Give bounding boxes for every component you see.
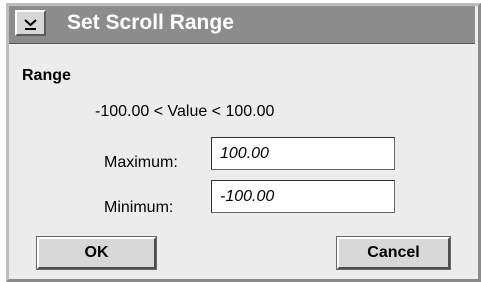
range-description: -100.00 < Value < 100.00 bbox=[95, 103, 275, 120]
minimum-label: Minimum: bbox=[104, 199, 174, 216]
maximum-label: Maximum: bbox=[104, 154, 178, 171]
chevron-down-icon bbox=[24, 19, 37, 30]
title-bar[interactable]: Set Scroll Range bbox=[9, 6, 475, 44]
set-scroll-range-dialog: Set Scroll Range Range -100.00 < Value <… bbox=[6, 3, 481, 282]
window-menu-button[interactable] bbox=[15, 10, 46, 36]
dialog-title: Set Scroll Range bbox=[67, 11, 234, 34]
ok-button[interactable]: OK bbox=[37, 237, 156, 269]
cancel-button[interactable]: Cancel bbox=[337, 237, 450, 269]
minimum-input[interactable] bbox=[211, 180, 395, 213]
range-heading: Range bbox=[22, 67, 71, 84]
maximum-input[interactable] bbox=[211, 137, 395, 170]
